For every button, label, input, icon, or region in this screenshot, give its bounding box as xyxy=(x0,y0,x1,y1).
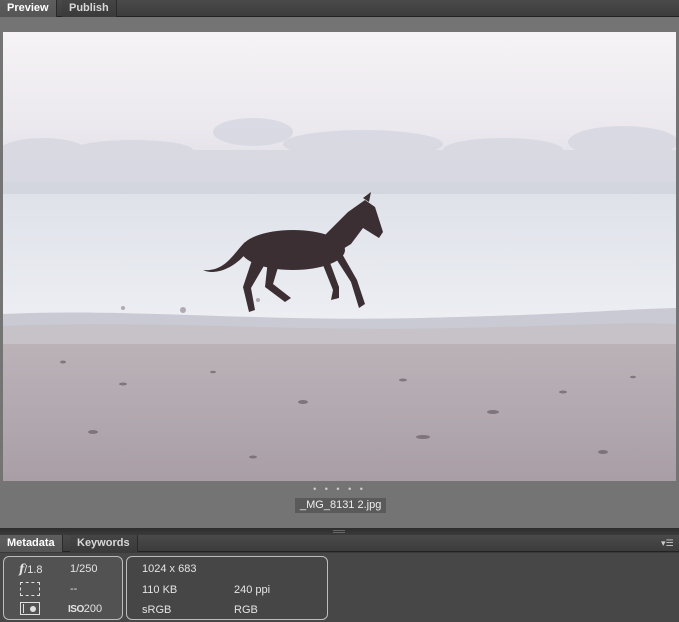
camera-settings-box: f/1.8 1/250 -- ISO200 xyxy=(3,556,123,620)
iso: ISO200 xyxy=(68,603,103,615)
resolution: 240 ppi xyxy=(234,584,271,596)
shutter-speed: 1/250 xyxy=(70,563,98,575)
metadata-panel: f/1.8 1/250 -- ISO200 1024 x 683 110 KB … xyxy=(0,553,679,622)
file-size: 110 KB xyxy=(142,584,178,596)
preview-image xyxy=(3,32,676,481)
filename-label: _MG_8131 2.jpg xyxy=(295,498,387,513)
tab-publish[interactable]: Publish xyxy=(62,0,117,17)
camera-mode-icon xyxy=(20,602,40,615)
bottom-tab-bar: Metadata Keywords ▾☰ xyxy=(0,535,679,552)
metering-icon xyxy=(20,582,40,596)
divider-grip-icon[interactable] xyxy=(333,530,345,533)
tab-preview[interactable]: Preview xyxy=(0,0,57,17)
aperture: f/1.8 xyxy=(19,562,43,577)
preview-panel: • • • • • _MG_8131 2.jpg xyxy=(0,17,679,528)
image-dimensions: 1024 x 683 xyxy=(142,563,197,575)
color-mode: RGB xyxy=(234,604,258,616)
metering-value: -- xyxy=(70,583,78,595)
filmstrip-dots: • • • • • xyxy=(313,484,366,494)
panel-menu-icon[interactable]: ▾☰ xyxy=(661,538,675,548)
top-tab-bar: Preview Publish xyxy=(0,0,679,17)
tab-keywords[interactable]: Keywords xyxy=(70,535,138,552)
file-info-box: 1024 x 683 110 KB 240 ppi sRGB RGB xyxy=(126,556,328,620)
color-profile: sRGB xyxy=(142,604,172,616)
tab-metadata[interactable]: Metadata xyxy=(0,535,63,552)
